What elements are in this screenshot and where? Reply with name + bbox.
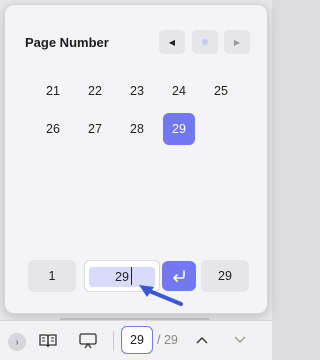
page-cell-25[interactable]: 25 (205, 75, 237, 107)
projector-icon (79, 333, 97, 349)
page-cell-26[interactable]: 26 (37, 113, 69, 145)
page-cell-29[interactable]: 29 (163, 113, 195, 145)
previous-page-button[interactable] (193, 332, 211, 348)
toolbar-divider (113, 331, 114, 351)
presentation-button[interactable] (76, 330, 100, 352)
book-icon (39, 334, 57, 348)
last-page-button[interactable]: 29 (201, 260, 249, 292)
page-cell-23[interactable]: 23 (121, 75, 153, 107)
reading-mode-button[interactable] (36, 330, 60, 352)
text-cursor (131, 267, 132, 285)
page-cell-22[interactable]: 22 (79, 75, 111, 107)
popup-title: Page Number (25, 35, 109, 50)
current-page-range-button[interactable] (192, 30, 218, 54)
next-page-button[interactable] (231, 332, 249, 348)
chevron-down-icon (234, 336, 246, 343)
bottom-toolbar: › 29 / 29 (0, 320, 272, 360)
page-cell-28[interactable]: 28 (121, 113, 153, 145)
total-pages-label: / 29 (157, 333, 178, 347)
chevron-right-icon: › (15, 336, 19, 348)
dot-icon (202, 39, 208, 45)
page-cell-24[interactable]: 24 (163, 75, 195, 107)
page-number-popup: Page Number ◀ ▶ 21 22 23 24 25 26 27 28 29 1 29 … (4, 4, 268, 314)
triangle-left-icon: ◀ (168, 37, 176, 47)
first-page-button[interactable]: 1 (28, 260, 76, 292)
previous-page-range-button[interactable]: ◀ (159, 30, 185, 54)
pointer-arrow-icon (139, 285, 183, 306)
current-page-field[interactable]: 29 (121, 326, 153, 354)
expand-sidebar-button[interactable]: › (8, 333, 26, 351)
triangle-right-icon: ▶ (233, 37, 241, 47)
page-cell-27[interactable]: 27 (79, 113, 111, 145)
chevron-up-icon (196, 337, 208, 344)
next-page-range-button[interactable]: ▶ (224, 30, 250, 54)
page-cell-21[interactable]: 21 (37, 75, 69, 107)
